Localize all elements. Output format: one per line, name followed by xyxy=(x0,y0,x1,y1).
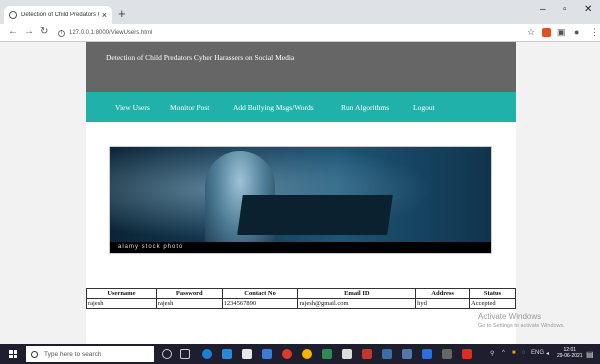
col-username: Username xyxy=(86,288,157,299)
users-table: Username Password Contact No Email ID Ad… xyxy=(86,288,516,309)
tab-title: Detection of Child Predators Cyb xyxy=(21,12,99,18)
bookmark-star-icon[interactable]: ☆ xyxy=(527,27,535,38)
notifications-icon[interactable]: ▤ xyxy=(586,350,594,359)
table-row: rajesh rajesh 1234567890 rajesh@gmail.co… xyxy=(86,298,516,309)
banner-photo: alamy stock photo xyxy=(109,146,492,254)
table-header-row: Username Password Contact No Email ID Ad… xyxy=(86,288,516,299)
close-tab-icon[interactable]: × xyxy=(102,10,107,20)
clock-date: 29-06-2021 xyxy=(557,353,583,359)
new-tab-icon[interactable]: + xyxy=(118,6,126,21)
app-icon-blue[interactable] xyxy=(382,349,392,359)
store-icon[interactable] xyxy=(242,349,252,359)
tray-alert-icon[interactable]: ■ xyxy=(512,350,516,356)
menu-monitor-post[interactable]: Monitor Post xyxy=(170,103,209,112)
extension-icon-2[interactable]: ▣ xyxy=(557,27,566,38)
site-title: Detection of Child Predators Cyber Haras… xyxy=(106,53,295,62)
close-window-icon[interactable]: ✕ xyxy=(584,4,592,15)
col-status: Status xyxy=(469,288,516,299)
cell-status: Accepted xyxy=(469,298,516,309)
app-icon-gray[interactable] xyxy=(442,349,452,359)
tray-network-icon[interactable]: ◌ xyxy=(522,350,526,356)
app-icon-dark-red[interactable] xyxy=(362,349,372,359)
col-contact: Contact No xyxy=(221,288,299,299)
col-email: Email ID xyxy=(297,288,417,299)
browser-tab[interactable]: Detection of Child Predators Cyb × xyxy=(4,6,112,24)
taskbar-search[interactable]: Type here to search xyxy=(26,346,154,362)
app-icon-red[interactable] xyxy=(282,349,292,359)
app-icon-slate[interactable] xyxy=(402,349,412,359)
cell-address: hyd xyxy=(415,298,471,309)
maximize-icon[interactable]: ▫ xyxy=(563,4,567,15)
back-icon[interactable]: ← xyxy=(8,26,18,37)
cell-password: rajesh xyxy=(155,298,223,309)
tray-chevron-icon[interactable]: ^ xyxy=(502,350,505,356)
search-icon xyxy=(31,350,38,358)
page-background: Detection of Child Predators Cyber Haras… xyxy=(0,42,600,344)
taskbar-search-placeholder: Type here to search xyxy=(44,350,102,358)
browser-tab-bar: Detection of Child Predators Cyb × + – ▫… xyxy=(0,0,600,24)
cell-contact: 1234567890 xyxy=(221,298,299,309)
menu-logout[interactable]: Logout xyxy=(413,103,435,112)
photos-icon[interactable] xyxy=(342,349,352,359)
site-header: Detection of Child Predators Cyber Haras… xyxy=(86,42,516,92)
menu-dots-icon[interactable]: ⋮ xyxy=(590,27,599,38)
extension-icon[interactable] xyxy=(542,28,551,37)
menu-add-bullying-words[interactable]: Add Bullying Msgs/Words xyxy=(233,103,314,112)
cell-username: rajesh xyxy=(86,298,157,309)
taskbar-clock[interactable]: 12:01 29-06-2021 xyxy=(557,347,583,359)
tray-person-icon[interactable]: ⚲ xyxy=(490,350,494,357)
photo-laptop xyxy=(237,195,393,235)
task-view-icon[interactable] xyxy=(180,349,190,359)
word-icon[interactable] xyxy=(422,349,432,359)
cell-email: rajesh@gmail.com xyxy=(297,298,417,309)
info-icon[interactable]: i xyxy=(58,29,65,37)
edge-icon[interactable] xyxy=(202,349,212,359)
col-address: Address xyxy=(415,288,471,299)
mail-icon[interactable] xyxy=(222,349,232,359)
forward-icon[interactable]: → xyxy=(24,26,34,37)
globe-icon xyxy=(9,11,17,19)
tray-lang[interactable]: ENG xyxy=(531,350,544,356)
windows-taskbar: Type here to search ⚲ ^ ■ ◌ ENG ◂ 12:01 … xyxy=(0,344,600,364)
menu-view-users[interactable]: View Users xyxy=(115,103,150,112)
activate-windows-title: Activate Windows xyxy=(478,312,542,321)
cortana-icon[interactable] xyxy=(162,349,172,359)
files-icon[interactable] xyxy=(262,349,272,359)
chrome-icon[interactable] xyxy=(302,349,312,359)
minimize-icon[interactable]: – xyxy=(540,4,546,15)
profile-icon[interactable]: ● xyxy=(574,27,579,37)
col-password: Password xyxy=(155,288,223,299)
main-menu: View Users Monitor Post Add Bullying Msg… xyxy=(86,92,516,122)
windows-start-icon[interactable] xyxy=(9,350,17,358)
address-bar: ← → ↻ i 127.0.0.1:8000/ViewUsers.html ☆ … xyxy=(0,24,600,42)
app-icon-green[interactable] xyxy=(322,349,332,359)
reload-icon[interactable]: ↻ xyxy=(40,26,48,37)
url-text: 127.0.0.1:8000/ViewUsers.html xyxy=(69,30,153,36)
tray-volume-icon[interactable]: ◂ xyxy=(546,350,549,357)
activate-windows-hint: Go to Settings to activate Windows. xyxy=(478,323,565,329)
menu-run-algorithms[interactable]: Run Algorithms xyxy=(341,103,389,112)
photo-watermark: alamy stock photo xyxy=(110,242,491,253)
url-field[interactable]: i 127.0.0.1:8000/ViewUsers.html xyxy=(58,27,152,39)
pdf-icon[interactable] xyxy=(462,349,472,359)
